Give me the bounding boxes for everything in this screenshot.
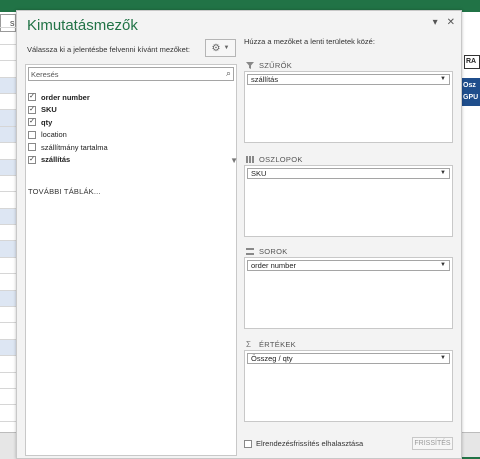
field-label: qty (41, 117, 53, 127)
field-checkbox[interactable]: ✓ (28, 93, 36, 102)
row-field-order-number[interactable]: order number ▼ (247, 260, 450, 271)
field-label: SKU (41, 105, 57, 115)
columns-area-header: OSZLOPOK (244, 153, 453, 165)
field-item-szallitmany-tartalma[interactable]: szállítmány tartalma (28, 141, 234, 154)
field-checkbox[interactable]: ✓ (28, 105, 36, 114)
field-select-instruction: Válassza ki a jelentésbe felvenni kívánt… (27, 45, 191, 54)
defer-label: Elrendezésfrissítés elhalasztása (256, 439, 364, 448)
more-tables-link[interactable]: TOVÁBBI TÁBLÁK... (28, 187, 101, 196)
field-list: ✓ order number ✓ SKU ✓ qty location szál… (28, 91, 238, 167)
columns-area: OSZLOPOK SKU ▼ (244, 153, 453, 237)
tools-button[interactable]: ⚙ ▼ (205, 39, 236, 57)
filters-area-header: SZŰRŐK (244, 59, 453, 71)
filters-drop-zone[interactable]: szállítás ▼ (244, 71, 453, 143)
worksheet-right-column: RA Osz GPU (462, 50, 480, 430)
columns-icon (246, 155, 254, 163)
defer-checkbox[interactable] (244, 439, 252, 448)
field-checkbox[interactable]: ✓ (28, 118, 36, 127)
values-area-label: ÉRTÉKEK (259, 339, 296, 349)
sigma-icon: Σ (246, 339, 252, 349)
chevron-down-icon[interactable]: ▼ (440, 169, 446, 178)
values-drop-zone[interactable]: Összeg / qty ▼ (244, 350, 453, 422)
close-icon[interactable]: ✕ (447, 17, 455, 28)
chevron-down-icon[interactable]: ▼ (440, 354, 446, 363)
rows-area: SOROK order number ▼ (244, 245, 453, 329)
field-item-szallitas[interactable]: ✓ szállítás ▼ (28, 154, 238, 167)
filter-icon[interactable]: ▼ (230, 156, 238, 165)
area-item-label: szállítás (251, 75, 279, 84)
field-label: order number (41, 92, 90, 102)
cell-gpu: GPU (463, 94, 479, 101)
rows-area-header: SOROK (244, 245, 453, 257)
area-item-label: Összeg / qty (251, 354, 293, 363)
cell-osz: Osz (463, 82, 476, 89)
rows-drop-zone[interactable]: order number ▼ (244, 257, 453, 329)
filter-field-szallitas[interactable]: szállítás ▼ (247, 74, 450, 85)
search-box: ⌕ (28, 67, 234, 81)
chevron-down-icon[interactable]: ▼ (440, 261, 446, 270)
columns-area-label: OSZLOPOK (259, 154, 303, 164)
rows-area-label: SOROK (259, 246, 288, 256)
pane-controls: ▾ ✕ (433, 17, 455, 28)
defer-layout-update[interactable]: Elrendezésfrissítés elhalasztása (244, 439, 363, 448)
search-input[interactable] (29, 68, 209, 80)
value-field-sum-qty[interactable]: Összeg / qty ▼ (247, 353, 450, 364)
area-item-label: SKU (251, 169, 267, 178)
gear-icon: ⚙ (211, 42, 221, 54)
field-list-panel: ⌕ ✓ order number ✓ SKU ✓ qty location sz… (25, 64, 238, 456)
worksheet-left-column (0, 12, 16, 432)
field-label: szállítmány tartalma (41, 142, 108, 152)
search-icon[interactable]: ⌕ (226, 68, 231, 79)
pivot-fields-pane: Kimutatásmezők ▾ ✕ Válassza ki a jelenté… (16, 10, 462, 459)
columns-drop-zone[interactable]: SKU ▼ (244, 165, 453, 237)
field-checkbox[interactable] (28, 130, 36, 139)
chevron-down-icon[interactable]: ▼ (440, 75, 446, 84)
field-item-order-number[interactable]: ✓ order number (28, 91, 234, 104)
area-item-label: order number (251, 261, 297, 270)
header-cells: Osz GPU (462, 78, 480, 106)
field-item-location[interactable]: location (28, 129, 234, 142)
field-item-sku[interactable]: ✓ SKU (28, 104, 234, 117)
refresh-button[interactable]: FRISSÍTÉS (412, 437, 453, 450)
field-checkbox[interactable]: ✓ (28, 155, 36, 164)
funnel-icon (246, 61, 254, 69)
pane-options-chevron-icon[interactable]: ▾ (433, 17, 438, 28)
values-area: Σ ÉRTÉKEK Összeg / qty ▼ (244, 338, 453, 422)
column-field-sku[interactable]: SKU ▼ (247, 168, 450, 179)
filters-area: SZŰRŐK szállítás ▼ (244, 59, 453, 143)
rows-icon (246, 247, 254, 255)
filters-area-label: SZŰRŐK (259, 60, 293, 70)
values-area-header: Σ ÉRTÉKEK (244, 338, 453, 350)
field-checkbox[interactable] (28, 143, 36, 152)
cell-ra: RA (464, 55, 480, 69)
field-item-qty[interactable]: ✓ qty (28, 116, 234, 129)
drag-instruction: Húzza a mezőket a lenti területek közé: (244, 37, 375, 46)
field-label: location (41, 130, 67, 140)
pane-title: Kimutatásmezők (27, 17, 138, 34)
field-label: szállítás (41, 155, 71, 165)
chevron-down-icon: ▼ (223, 45, 230, 51)
